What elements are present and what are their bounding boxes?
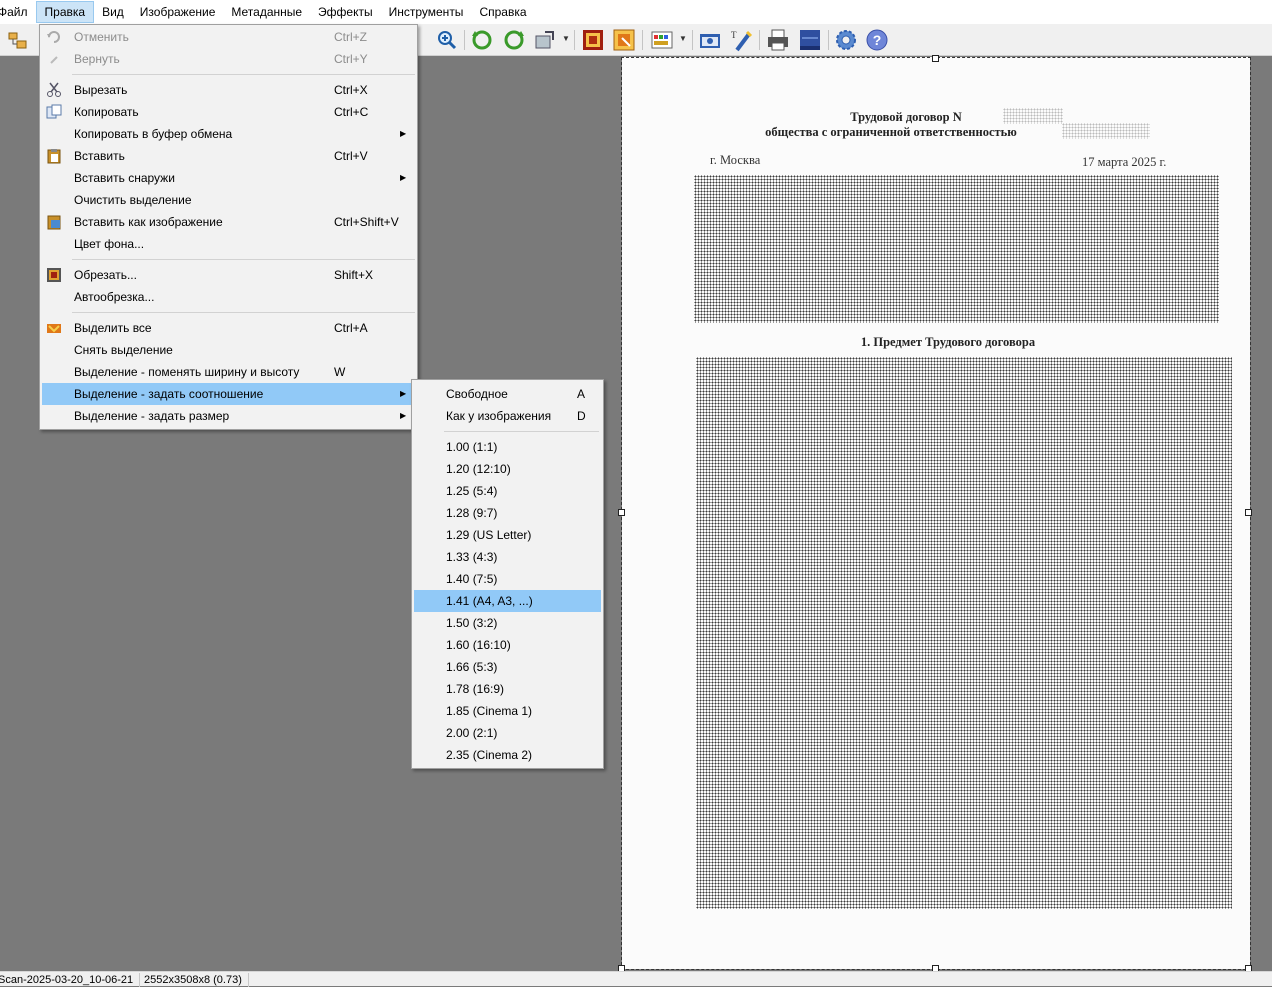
resize-icon[interactable] — [533, 28, 557, 52]
menu-item-copy-to-clipboard[interactable]: Копировать в буфер обмена ▶ — [42, 123, 415, 145]
redacted-number — [1003, 108, 1063, 124]
menu-view[interactable]: Вид — [94, 1, 132, 23]
submenu-arrow-icon: ▶ — [400, 173, 407, 182]
ratio-item[interactable]: 1.29 (US Letter) — [414, 524, 601, 546]
menu-separator — [72, 259, 415, 260]
selection-handle[interactable] — [618, 509, 625, 516]
document-date: 17 марта 2025 г. — [1082, 155, 1167, 169]
menu-metadata[interactable]: Метаданные — [223, 1, 310, 23]
menu-item-clear-selection[interactable]: Очистить выделение — [42, 189, 415, 211]
capture-icon[interactable] — [698, 28, 722, 52]
undo-icon — [46, 29, 62, 45]
menu-separator — [72, 74, 415, 75]
ratio-item-a4[interactable]: 1.41 (A4, A3, ...) — [414, 590, 601, 612]
menu-item-selection-set-ratio[interactable]: Выделение - задать соотношение ▶ — [42, 383, 415, 405]
edit-menu: Отменить Ctrl+Z Вернуть Ctrl+Y Вырезать … — [39, 24, 418, 430]
ratio-item[interactable]: 2.35 (Cinema 2) — [414, 744, 601, 766]
status-dimensions: 2552x3508x8 (0.73) — [144, 973, 249, 987]
menu-item-auto-crop[interactable]: Автообрезка... — [42, 286, 415, 308]
menu-tools[interactable]: Инструменты — [381, 1, 472, 23]
menu-item-crop[interactable]: Обрезать... Shift+X — [42, 264, 415, 286]
redacted-block-2 — [696, 357, 1232, 909]
menu-effects[interactable]: Эффекты — [310, 1, 381, 23]
color-palette-icon[interactable] — [650, 28, 674, 52]
open-folder-icon[interactable] — [6, 28, 30, 52]
crop-icon[interactable] — [581, 28, 605, 52]
settings-icon[interactable] — [834, 28, 858, 52]
ratio-item-as-image[interactable]: Как у изображения D — [414, 405, 601, 427]
redacted-block-1 — [694, 175, 1219, 323]
rotate-right-icon[interactable] — [502, 28, 526, 52]
ratio-submenu: Свободное A Как у изображения D 1.00 (1:… — [411, 379, 604, 769]
paste-image-icon — [46, 214, 62, 230]
selection-handle[interactable] — [1245, 509, 1252, 516]
selection-handle[interactable] — [932, 55, 939, 62]
zoom-in-icon[interactable] — [435, 28, 459, 52]
scan-icon[interactable] — [798, 28, 822, 52]
menu-item-paste-as-image[interactable]: Вставить как изображение Ctrl+Shift+V — [42, 211, 415, 233]
redo-icon — [46, 51, 62, 67]
scanned-document: Трудовой договор N общества с ограниченн… — [622, 57, 1250, 969]
document-title-line2: общества с ограниченной ответственностью — [765, 125, 1017, 139]
rotate-left-icon[interactable] — [470, 28, 494, 52]
ratio-item[interactable]: 1.66 (5:3) — [414, 656, 601, 678]
ratio-item[interactable]: 2.00 (2:1) — [414, 722, 601, 744]
menu-edit[interactable]: Правка — [35, 1, 95, 23]
menu-item-deselect[interactable]: Снять выделение — [42, 339, 415, 361]
menu-help[interactable]: Справка — [471, 1, 534, 23]
ratio-item[interactable]: 1.50 (3:2) — [414, 612, 601, 634]
auto-crop-icon[interactable] — [612, 28, 636, 52]
ratio-item[interactable]: 1.60 (16:10) — [414, 634, 601, 656]
redacted-company — [1062, 123, 1150, 139]
ratio-item-free[interactable]: Свободное A — [414, 383, 601, 405]
submenu-arrow-icon: ▶ — [400, 411, 407, 420]
svg-text:T: T — [731, 30, 737, 40]
print-icon[interactable] — [766, 28, 790, 52]
chevron-down-icon[interactable]: ▼ — [679, 34, 687, 43]
svg-text:?: ? — [873, 32, 882, 48]
paste-icon — [46, 148, 62, 164]
menu-item-redo[interactable]: Вернуть Ctrl+Y — [42, 48, 415, 70]
menu-separator — [72, 312, 415, 313]
ratio-item[interactable]: 1.25 (5:4) — [414, 480, 601, 502]
copy-icon — [46, 104, 62, 120]
status-bar: Scan-2025-03-20_10-06-21 2552x3508x8 (0.… — [0, 971, 1272, 987]
ratio-item[interactable]: 1.85 (Cinema 1) — [414, 700, 601, 722]
ratio-item[interactable]: 1.20 (12:10) — [414, 458, 601, 480]
submenu-arrow-icon: ▶ — [400, 129, 407, 138]
document-city: г. Москва — [710, 153, 761, 167]
menu-item-swap-width-height[interactable]: Выделение - поменять ширину и высоту W — [42, 361, 415, 383]
crop-icon — [46, 267, 62, 283]
menu-file[interactable]: Файл — [0, 1, 36, 23]
menu-item-selection-set-size[interactable]: Выделение - задать размер ▶ — [42, 405, 415, 427]
status-filename: Scan-2025-03-20_10-06-21 — [0, 973, 141, 987]
menu-item-paste[interactable]: Вставить Ctrl+V — [42, 145, 415, 167]
menu-item-paste-outside[interactable]: Вставить снаружи ▶ — [42, 167, 415, 189]
ratio-item[interactable]: 1.28 (9:7) — [414, 502, 601, 524]
menu-item-select-all[interactable]: Выделить все Ctrl+A — [42, 317, 415, 339]
menu-item-cut[interactable]: Вырезать Ctrl+X — [42, 79, 415, 101]
menu-item-copy[interactable]: Копировать Ctrl+C — [42, 101, 415, 123]
menu-item-undo[interactable]: Отменить Ctrl+Z — [42, 26, 415, 48]
menu-bar: Файл Правка Вид Изображение Метаданные Э… — [0, 0, 1272, 24]
document-title-line1: Трудовой договор N — [850, 110, 962, 124]
ratio-item[interactable]: 1.78 (16:9) — [414, 678, 601, 700]
select-all-icon — [46, 320, 62, 336]
help-icon[interactable]: ? — [865, 28, 889, 52]
paint-icon[interactable]: T — [729, 28, 753, 52]
submenu-arrow-icon: ▶ — [400, 389, 407, 398]
menu-image[interactable]: Изображение — [132, 1, 224, 23]
ratio-item[interactable]: 1.40 (7:5) — [414, 568, 601, 590]
section-heading: 1. Предмет Трудового договора — [860, 335, 1036, 349]
menu-separator — [444, 431, 599, 432]
chevron-down-icon[interactable]: ▼ — [562, 34, 570, 43]
scissors-icon — [46, 82, 62, 98]
ratio-item[interactable]: 1.33 (4:3) — [414, 546, 601, 568]
menu-item-background-color[interactable]: Цвет фона... — [42, 233, 415, 255]
ratio-item[interactable]: 1.00 (1:1) — [414, 436, 601, 458]
